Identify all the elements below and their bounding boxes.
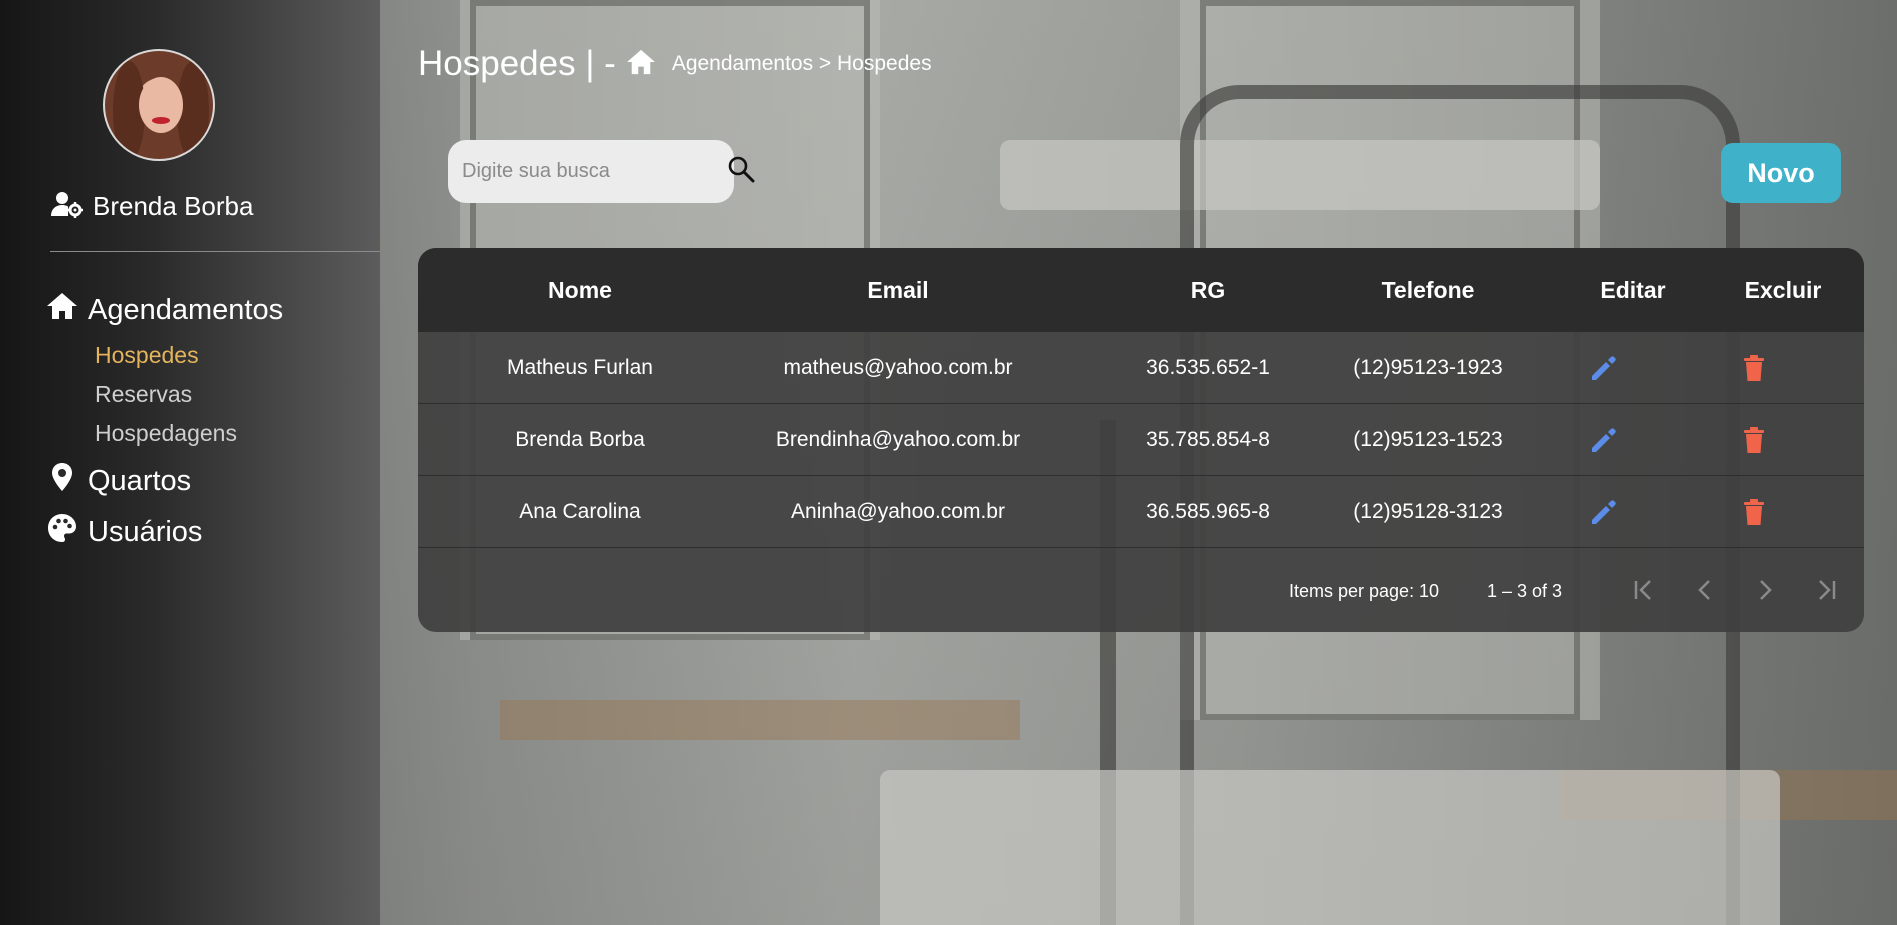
- search-input[interactable]: [462, 160, 727, 183]
- nav-item-agendamentos[interactable]: Agendamentos: [46, 290, 283, 330]
- cell-email: matheus@yahoo.com.br: [783, 356, 1013, 379]
- cell-email: Brendinha@yahoo.com.br: [775, 428, 1021, 451]
- cell-nome: Ana Carolina: [519, 500, 641, 523]
- table-row: Matheus Furlan matheus@yahoo.com.br 36.5…: [418, 332, 1864, 404]
- cell-telefone: (12)95128-3123: [1353, 500, 1503, 523]
- nav-subitem-hospedes[interactable]: Hospedes: [95, 336, 283, 375]
- cell-telefone: (12)95123-1923: [1353, 356, 1503, 379]
- sidebar-nav: Agendamentos Hospedes Reservas Hospedage…: [46, 290, 283, 552]
- page-header: Hospedes | - Agendamentos > Hospedes: [418, 44, 932, 84]
- nav-item-quartos[interactable]: Quartos: [46, 461, 283, 501]
- nav-subitem-reservas[interactable]: Reservas: [95, 375, 283, 414]
- nav-item-label: Quartos: [88, 464, 192, 497]
- cell-telefone: (12)95123-1523: [1353, 428, 1503, 451]
- delete-trash-icon[interactable]: [1738, 496, 1770, 533]
- cell-email: Aninha@yahoo.com.br: [791, 500, 1005, 523]
- search-box: [448, 140, 755, 203]
- column-header-nome[interactable]: Nome: [480, 277, 680, 304]
- column-header-rg[interactable]: RG: [1098, 277, 1318, 304]
- avatar[interactable]: [103, 49, 215, 161]
- edit-pencil-icon[interactable]: [1588, 352, 1620, 389]
- table-row: Brenda Borba Brendinha@yahoo.com.br 35.7…: [418, 404, 1864, 476]
- user-profile[interactable]: Brenda Borba: [51, 190, 253, 223]
- nav-item-label: Agendamentos: [88, 293, 284, 326]
- nav-item-usuarios[interactable]: Usuários: [46, 512, 283, 552]
- nav-subitem-hospedagens[interactable]: Hospedagens: [95, 414, 283, 453]
- column-header-editar: Editar: [1600, 277, 1666, 303]
- table-row: Ana Carolina Aninha@yahoo.com.br 36.585.…: [418, 476, 1864, 548]
- nav-item-label: Usuários: [88, 515, 203, 548]
- previous-page-icon[interactable]: [1690, 575, 1720, 610]
- column-header-excluir: Excluir: [1744, 277, 1822, 303]
- delete-trash-icon[interactable]: [1738, 424, 1770, 461]
- cell-rg: 36.535.652-1: [1146, 356, 1270, 379]
- paginator: Items per page: 10 1 – 3 of 3: [418, 548, 1864, 632]
- edit-pencil-icon[interactable]: [1588, 424, 1620, 461]
- edit-pencil-icon[interactable]: [1588, 496, 1620, 533]
- nav-subitems: Hospedes Reservas Hospedagens: [46, 336, 283, 453]
- palette-icon: [46, 512, 78, 552]
- delete-trash-icon[interactable]: [1738, 352, 1770, 389]
- user-settings-icon: [51, 190, 83, 223]
- cell-rg: 36.585.965-8: [1146, 500, 1270, 523]
- breadcrumb[interactable]: Agendamentos > Hospedes: [672, 52, 932, 76]
- table-header: Nome Email RG Telefone Editar Excluir: [418, 248, 1864, 332]
- cell-nome: Brenda Borba: [515, 428, 645, 451]
- items-per-page-label: Items per page:: [1289, 581, 1415, 601]
- location-pin-icon: [46, 461, 78, 501]
- home-icon: [46, 292, 78, 328]
- cell-rg: 35.785.854-8: [1146, 428, 1270, 451]
- new-button[interactable]: Novo: [1721, 143, 1841, 203]
- last-page-icon[interactable]: [1810, 575, 1840, 610]
- first-page-icon[interactable]: [1630, 575, 1660, 610]
- next-page-icon[interactable]: [1750, 575, 1780, 610]
- guests-table: Nome Email RG Telefone Editar Excluir Ma…: [418, 248, 1864, 632]
- column-header-email[interactable]: Email: [748, 277, 1048, 304]
- cell-nome: Matheus Furlan: [507, 356, 653, 379]
- sidebar: Brenda Borba Agendamentos Hospedes Reser…: [0, 0, 380, 925]
- page-title: Hospedes | -: [418, 44, 616, 83]
- items-per-page-select[interactable]: 10: [1419, 581, 1439, 602]
- column-header-telefone[interactable]: Telefone: [1318, 277, 1538, 304]
- home-icon[interactable]: [626, 49, 656, 80]
- search-icon[interactable]: [727, 155, 755, 188]
- page-range: 1 – 3 of 3: [1487, 581, 1563, 601]
- sidebar-divider: [50, 251, 380, 252]
- user-name: Brenda Borba: [93, 191, 254, 221]
